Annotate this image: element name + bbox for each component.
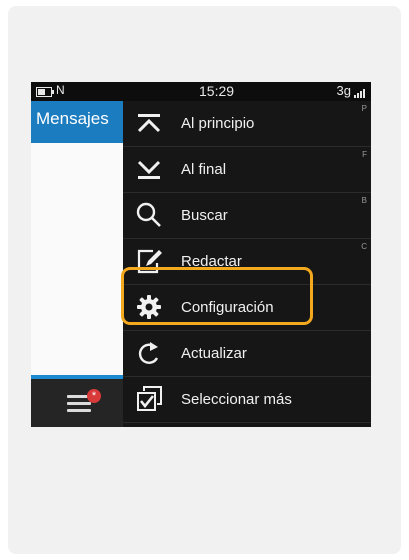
menu-item-label: Al principio: [181, 115, 255, 132]
arrow-down-icon: [137, 160, 161, 179]
shortcut-key: F: [362, 150, 367, 159]
nfc-icon: N: [56, 83, 65, 97]
menu-item-label: Actualizar: [181, 345, 247, 362]
shortcut-key: B: [361, 196, 367, 205]
search-icon: [136, 202, 161, 227]
arrow-up-icon: [137, 114, 161, 133]
notification-badge: *: [87, 389, 101, 403]
overflow-menu-button[interactable]: *: [67, 389, 101, 413]
phone-screen: N 15:29 3g Mensajes * Al principio P Al …: [31, 82, 371, 427]
signal-indicator: 3g: [337, 83, 365, 98]
active-indicator: [31, 375, 123, 379]
signal-bars-icon: [353, 83, 365, 98]
menu-item-al-final[interactable]: Al final F: [123, 147, 371, 193]
battery-icon: [36, 87, 54, 97]
menu-item-al-principio[interactable]: Al principio P: [123, 101, 371, 147]
shortcut-key: P: [361, 104, 367, 113]
app-title-bar: Mensajes: [31, 101, 123, 143]
message-list-area[interactable]: [31, 143, 123, 375]
action-bar: *: [31, 375, 123, 427]
menu-item-actualizar[interactable]: Actualizar: [123, 331, 371, 377]
menu-item-label: Al final: [181, 161, 227, 178]
refresh-icon: [138, 342, 159, 364]
menu-item-seleccionar-mas[interactable]: Seleccionar más: [123, 377, 371, 423]
network-type: 3g: [336, 83, 351, 98]
menu-item-label: Seleccionar más: [181, 391, 292, 408]
app-title: Mensajes: [36, 109, 109, 128]
messages-app-panel: Mensajes *: [31, 101, 123, 427]
status-time: 15:29: [199, 83, 235, 99]
shortcut-key: C: [361, 242, 367, 251]
action-menu: Al principio P Al final F Buscar B Redac…: [123, 101, 371, 427]
status-bar: N 15:29 3g: [31, 82, 371, 101]
highlight-frame: [121, 267, 313, 325]
menu-item-buscar[interactable]: Buscar B: [123, 193, 371, 239]
menu-item-label: Buscar: [181, 207, 228, 224]
select-more-icon: [137, 386, 162, 411]
